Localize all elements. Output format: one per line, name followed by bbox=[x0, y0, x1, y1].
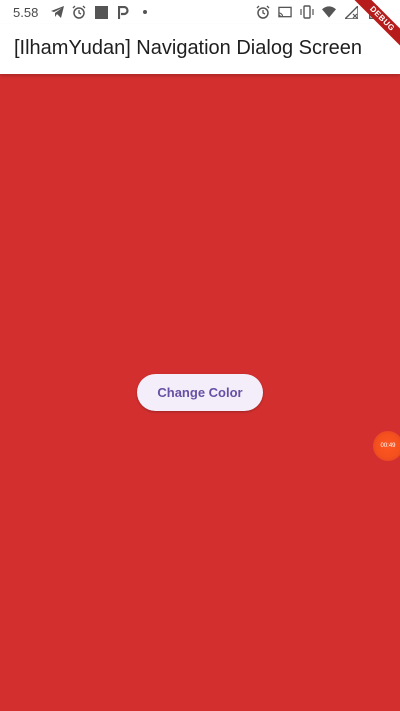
status-left-icons bbox=[50, 5, 152, 19]
floating-recorder-bubble[interactable]: 00:49 bbox=[373, 431, 400, 461]
alarm-icon bbox=[256, 5, 270, 19]
page-title: [IlhamYudan] Navigation Dialog Screen bbox=[14, 37, 362, 59]
parking-icon bbox=[116, 5, 130, 19]
debug-banner-label: DEBUG bbox=[349, 0, 400, 52]
vibrate-icon bbox=[300, 5, 314, 19]
wifi-icon bbox=[322, 5, 336, 19]
square-icon bbox=[94, 5, 108, 19]
telegram-icon bbox=[50, 5, 64, 19]
debug-banner: DEBUG bbox=[340, 0, 400, 60]
floating-bubble-label: 00:49 bbox=[380, 443, 396, 449]
dot-icon bbox=[138, 5, 152, 19]
status-time: 5.58 bbox=[13, 5, 39, 20]
cast-icon bbox=[278, 5, 292, 19]
change-color-button[interactable]: Change Color bbox=[137, 374, 263, 411]
alarm-icon bbox=[72, 5, 86, 19]
